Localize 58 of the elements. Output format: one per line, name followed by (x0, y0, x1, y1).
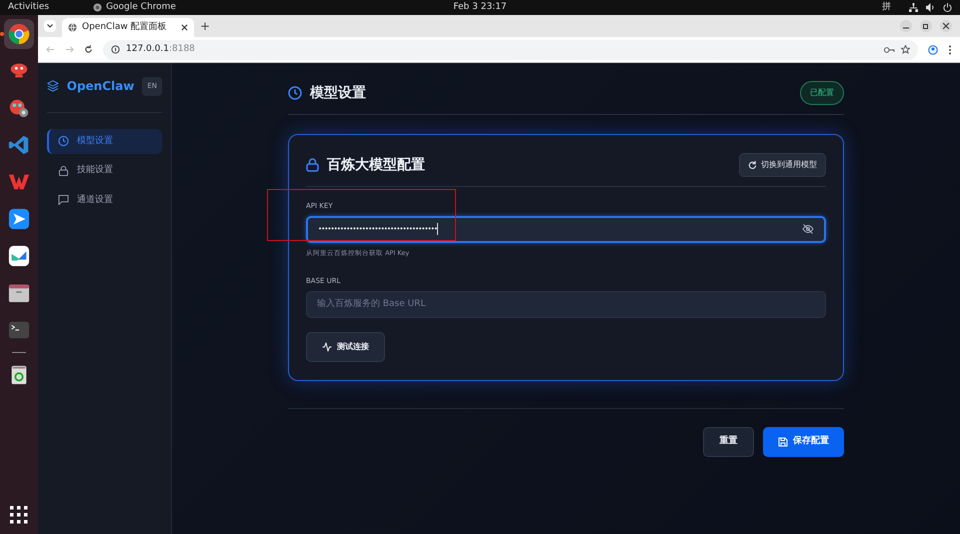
restore-button[interactable] (920, 20, 932, 32)
page-title: 模型设置 (310, 84, 366, 102)
clock-icon (288, 86, 302, 100)
activity-icon (322, 342, 332, 352)
terminal-icon[interactable] (8, 319, 30, 341)
refresh-icon (748, 160, 757, 170)
eye-off-icon[interactable] (802, 224, 814, 234)
clock-icon (58, 135, 69, 148)
mail-icon[interactable] (8, 245, 30, 267)
activities-button[interactable]: Activities (8, 0, 50, 14)
paper-plane-icon[interactable] (8, 208, 30, 230)
reload-icon[interactable] (84, 45, 93, 54)
tab-search-button[interactable] (44, 20, 56, 32)
url-port-text: :8188 (168, 44, 195, 54)
save-icon (778, 436, 788, 446)
sidebar-item[interactable]: 通道设置 (47, 188, 162, 213)
globe-icon (68, 23, 77, 32)
profile-icon[interactable] (928, 44, 938, 54)
test-connection-button[interactable]: 测试连接 (306, 332, 385, 362)
switch-model-button[interactable]: 切换到通用模型 (739, 153, 826, 177)
clock-text[interactable]: Feb 3 23:17 (453, 1, 507, 14)
save-button[interactable]: 保存配置 (763, 426, 844, 456)
reset-button[interactable]: 重置 (703, 426, 754, 456)
key-icon[interactable] (884, 46, 895, 54)
star-icon[interactable] (901, 45, 910, 54)
volume-icon[interactable] (926, 3, 935, 12)
brand-name: OpenClaw (66, 78, 134, 96)
app-grid-icon[interactable] (10, 506, 28, 524)
sidebar-item[interactable]: 模型设置 (47, 128, 162, 154)
folder-icon[interactable] (8, 282, 30, 304)
layers-icon (47, 78, 59, 94)
robot-gear-icon[interactable] (8, 97, 30, 119)
sidebar-item[interactable]: 技能设置 (47, 158, 162, 184)
power-icon[interactable] (943, 3, 952, 12)
lock-icon (58, 164, 69, 177)
network-icon[interactable] (909, 3, 918, 12)
status-badge: 已配置 (800, 81, 844, 105)
site-info-icon[interactable] (111, 45, 120, 54)
input-method-indicator[interactable]: 拼 (882, 0, 891, 14)
restore-icon (923, 23, 929, 29)
chrome-icon[interactable] (8, 23, 30, 45)
address-bar[interactable]: 127.0.0.1:8188 (103, 40, 918, 60)
code-editor-icon[interactable] (8, 134, 30, 156)
chevron-down-icon (47, 24, 53, 28)
browser-tab[interactable]: OpenClaw 配置面板 (62, 18, 194, 37)
close-icon (943, 23, 949, 29)
close-window-button[interactable] (940, 20, 952, 32)
close-icon[interactable] (181, 24, 188, 31)
base-url-field[interactable]: 输入百炼服务的 Base URL (306, 290, 826, 318)
menu-icon[interactable] (948, 44, 952, 54)
new-tab-button[interactable]: + (200, 17, 210, 35)
chat-icon (58, 194, 69, 206)
lock-icon (306, 158, 319, 172)
url-host-text: 127.0.0.1 (126, 44, 169, 54)
chrome-icon (93, 3, 102, 12)
minimize-button[interactable] (900, 20, 912, 32)
app-name: Google Chrome (106, 0, 176, 14)
card-title: 百炼大模型配置 (327, 156, 425, 174)
